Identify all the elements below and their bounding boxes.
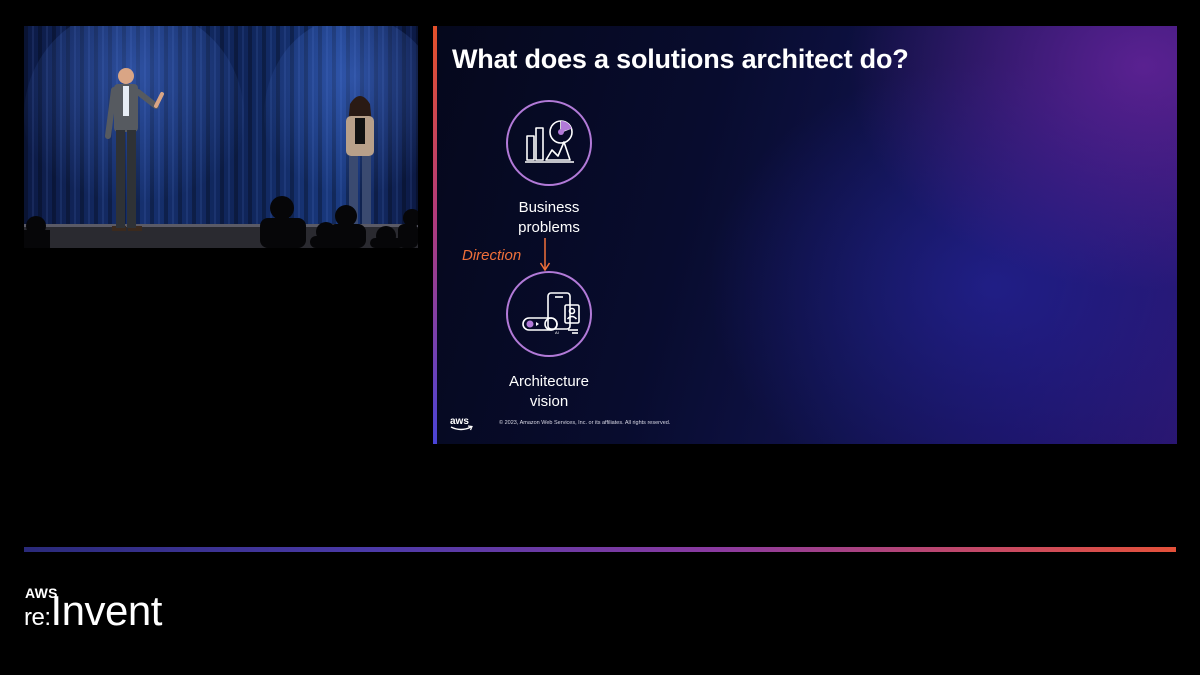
- copyright-notice: © 2023, Amazon Web Services, Inc. or its…: [499, 420, 671, 426]
- stage-scene: [24, 26, 418, 248]
- aws-logo-icon: aws: [450, 416, 473, 431]
- presentation-slide: What does a solutions architect do? Busi…: [433, 26, 1177, 444]
- event-name-prefix: re:: [24, 604, 51, 631]
- direction-label: Direction: [462, 247, 522, 264]
- event-name-main: Invent: [50, 587, 163, 634]
- arrow-down-icon: [539, 238, 551, 272]
- aws-logo-text: aws: [450, 416, 469, 427]
- camera-feed: [24, 26, 418, 248]
- slide-accent-bar: [433, 26, 437, 444]
- svg-text:AI: AI: [555, 330, 559, 335]
- architecture-vision-node: AI: [506, 271, 592, 357]
- node-label-line: vision: [529, 393, 569, 410]
- node-label-line: problems: [518, 219, 580, 236]
- architecture-vision-label: Architecture vision: [479, 372, 619, 412]
- event-name: re:Invent: [24, 589, 162, 640]
- devices-architecture-icon: AI: [522, 292, 580, 335]
- business-problems-label: Business problems: [479, 198, 619, 238]
- node-label-line: Architecture: [508, 373, 590, 390]
- brand-gradient-bar: [24, 547, 1176, 552]
- video-frame: What does a solutions architect do? Busi…: [0, 0, 1200, 675]
- node-label-line: Business: [518, 199, 580, 216]
- business-problems-node: [506, 100, 592, 186]
- slide-title: What does a solutions architect do?: [452, 44, 909, 74]
- analytics-charts-icon: [525, 120, 574, 163]
